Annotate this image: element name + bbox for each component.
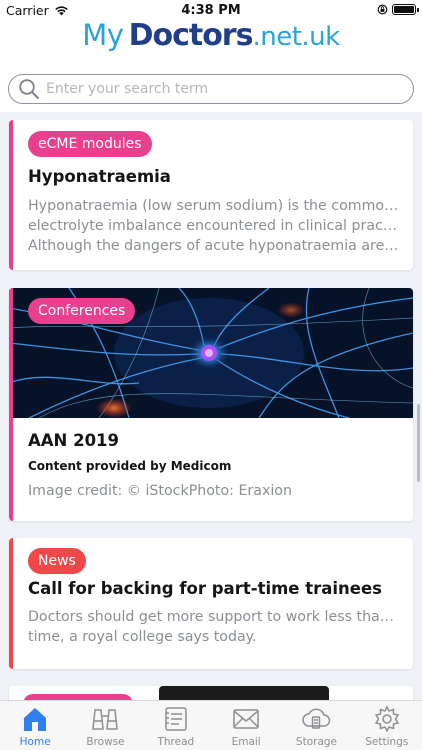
thread-icon	[165, 707, 187, 731]
article-title: AAN 2019	[28, 431, 120, 450]
category-stripe	[9, 538, 13, 669]
category-stripe	[9, 120, 13, 270]
gear-icon	[374, 705, 399, 733]
tab-settings[interactable]: Settings	[352, 701, 422, 750]
credit-line: Image credit: © iStockPhoto: Eraxion	[28, 483, 292, 499]
article-image	[159, 686, 329, 700]
home-icon	[24, 708, 47, 731]
search-input[interactable]	[46, 81, 386, 97]
article-title: Hyponatraemia	[28, 167, 171, 186]
category-stripe	[9, 288, 13, 521]
tab-storage[interactable]: Storage	[281, 701, 351, 750]
logo-domain: .net.uk	[252, 22, 340, 52]
article-feed[interactable]: eCME modules Hyponatraemia Hyponatraemia…	[0, 112, 422, 700]
excerpt-line: electrolyte imbalance encountered in cli…	[28, 218, 401, 234]
category-badge: eCME modules	[28, 131, 152, 157]
article-card-partial[interactable]	[9, 686, 413, 700]
excerpt-line: Doctors should get more support to work …	[28, 609, 401, 625]
tab-label: Storage	[295, 736, 338, 748]
tab-email[interactable]: Email	[211, 701, 281, 750]
logo-my: My	[82, 18, 124, 52]
excerpt-line: time, a royal college says today.	[28, 629, 257, 645]
category-badge: Conferences	[28, 298, 136, 324]
article-card-ecme[interactable]: eCME modules Hyponatraemia Hyponatraemia…	[9, 120, 413, 270]
binoculars-icon	[92, 709, 119, 730]
tab-label: Settings	[365, 736, 409, 748]
tab-bar: Home Browse Thread Email Storage Setting…	[0, 700, 422, 750]
content-provider: Content provided by Medicom	[28, 459, 232, 473]
tab-home[interactable]: Home	[0, 701, 70, 750]
email-icon	[233, 709, 259, 729]
article-excerpt: Doctors should get more support to work …	[28, 607, 401, 647]
article-card-conference[interactable]: Conferences AAN 2019 Content provided by…	[9, 288, 413, 521]
excerpt-line: Hyponatraemia (low serum sodium) is the …	[28, 198, 401, 214]
rotation-lock-icon	[377, 4, 388, 15]
logo-doctors: Doctors	[128, 18, 254, 53]
search-icon	[19, 79, 39, 99]
scrollbar[interactable]	[417, 404, 420, 482]
image-credit: Image credit: © iStockPhoto: Eraxion	[28, 481, 401, 501]
battery-full-icon	[392, 4, 419, 15]
tab-label: Home	[19, 736, 51, 748]
tab-label: Thread	[157, 736, 195, 748]
article-excerpt: Hyponatraemia (low serum sodium) is the …	[28, 196, 401, 256]
category-badge: News	[28, 548, 86, 574]
tab-label: Email	[231, 736, 261, 748]
excerpt-line: Although the dangers of acute hyponatrae…	[28, 238, 401, 254]
storage-icon	[302, 708, 331, 729]
tab-thread[interactable]: Thread	[141, 701, 211, 750]
tab-browse[interactable]: Browse	[70, 701, 140, 750]
tab-label: Browse	[86, 736, 125, 748]
status-time: 4:38 PM	[181, 3, 241, 18]
article-title: Call for backing for part-time trainees	[28, 579, 383, 598]
article-card-news[interactable]: News Call for backing for part-time trai…	[9, 538, 413, 669]
search-bar[interactable]	[8, 74, 414, 104]
app-logo: My Doctors.net.uk	[0, 18, 422, 64]
